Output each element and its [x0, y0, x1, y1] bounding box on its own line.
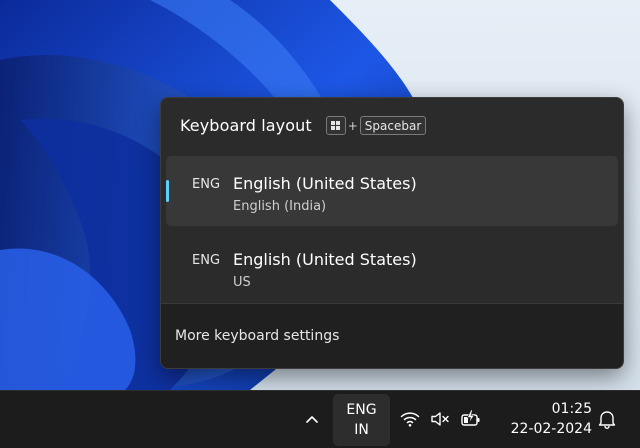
layout-name: English (United States) [233, 174, 417, 193]
keyboard-layout-flyout: Keyboard layout + Spacebar ENG English (… [160, 97, 624, 369]
layout-item-english-india[interactable]: ENG English (United States) English (Ind… [166, 156, 618, 226]
input-language-region: IN [354, 422, 369, 438]
input-language-code: ENG [346, 402, 377, 418]
clock-date: 22-02-2024 [510, 421, 592, 437]
shortcut-plus: + [347, 118, 358, 133]
spacebar-keycap: Spacebar [359, 116, 427, 135]
layout-item-english-us[interactable]: ENG English (United States) US [166, 232, 618, 302]
layout-subtitle: English (India) [233, 199, 327, 214]
taskbar: ENG IN 01:25 22-02-2024 [0, 390, 640, 448]
more-keyboard-settings-link[interactable]: More keyboard settings [175, 328, 339, 344]
input-language-button[interactable]: ENG IN [333, 394, 390, 446]
chevron-up-icon[interactable] [300, 408, 324, 432]
flyout-footer: More keyboard settings [161, 303, 623, 368]
flyout-title: Keyboard layout [180, 116, 312, 135]
flyout-header: Keyboard layout + Spacebar [180, 116, 427, 135]
keyboard-layout-list: ENG English (United States) English (Ind… [166, 156, 618, 308]
speaker-muted-icon[interactable] [428, 407, 452, 431]
wifi-icon[interactable] [398, 407, 422, 431]
bell-icon[interactable] [596, 407, 618, 431]
layout-code: ENG [192, 177, 221, 192]
clock-time: 01:25 [551, 401, 592, 417]
windows-key-icon [325, 116, 346, 135]
battery-charging-icon[interactable] [459, 407, 483, 431]
taskbar-clock[interactable]: 01:25 22-02-2024 [500, 399, 592, 439]
layout-subtitle: US [233, 275, 251, 290]
keyboard-shortcut-hint: + Spacebar [325, 116, 427, 135]
selection-indicator [166, 180, 169, 202]
layout-name: English (United States) [233, 250, 417, 269]
layout-code: ENG [192, 253, 221, 268]
